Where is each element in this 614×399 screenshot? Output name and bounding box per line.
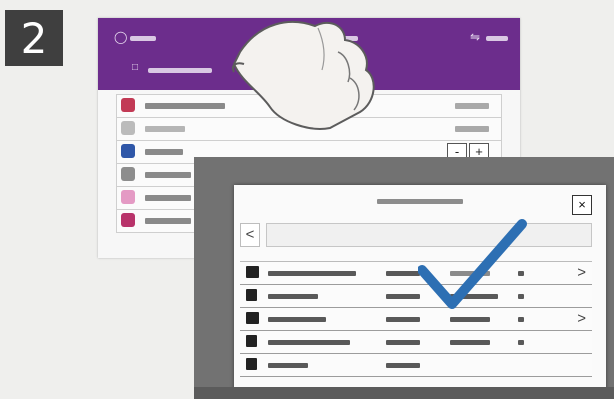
item-label	[145, 195, 191, 201]
file-size	[386, 363, 420, 368]
item-value	[455, 126, 489, 132]
file-name	[268, 340, 350, 345]
folder-icon	[246, 312, 259, 324]
app-icon	[121, 121, 135, 135]
item-label	[145, 126, 185, 132]
navigation-row: <	[240, 223, 592, 247]
item-value	[455, 103, 489, 109]
file-type	[518, 340, 524, 345]
file-type	[518, 317, 524, 322]
app-icon	[121, 144, 135, 158]
document-icon	[246, 358, 257, 370]
file-name	[268, 317, 326, 322]
file-name	[268, 363, 308, 368]
file-row[interactable]	[240, 354, 592, 377]
item-label	[145, 172, 191, 178]
file-name	[268, 271, 356, 276]
back-button[interactable]: <	[240, 223, 260, 247]
file-name	[268, 294, 318, 299]
file-size	[386, 317, 420, 322]
home-icon[interactable]: □	[132, 62, 138, 73]
toggle-icon[interactable]: ⇋	[470, 30, 480, 44]
file-list: > >	[240, 261, 592, 389]
chevron-right-icon[interactable]: >	[577, 310, 586, 328]
user-icon[interactable]: ◯	[114, 30, 127, 44]
app-icon	[121, 98, 135, 112]
header-home-label	[148, 68, 212, 73]
file-row[interactable]	[240, 285, 592, 308]
item-label	[145, 218, 191, 224]
document-icon	[246, 335, 257, 347]
header-user-label	[130, 36, 156, 41]
file-size	[386, 294, 420, 299]
file-date	[450, 340, 490, 345]
close-button[interactable]: ×	[572, 195, 592, 215]
checkmark-icon	[418, 219, 527, 309]
chevron-right-icon[interactable]: >	[577, 264, 586, 282]
app-icon	[121, 190, 135, 204]
file-date	[450, 317, 490, 322]
file-size	[386, 340, 420, 345]
item-label	[145, 103, 225, 109]
document-icon	[246, 289, 257, 301]
step-badge: 2	[5, 10, 63, 66]
item-label	[145, 149, 183, 155]
dialog-title	[234, 199, 606, 206]
device-bezel	[194, 387, 614, 399]
file-row[interactable]	[240, 331, 592, 354]
app-icon	[121, 167, 135, 181]
file-size	[386, 271, 420, 276]
folder-icon	[246, 266, 259, 278]
hand-icon	[232, 20, 375, 130]
device-screen: × < > >	[194, 157, 614, 399]
file-row[interactable]: >	[240, 262, 592, 285]
header-status-label	[486, 36, 508, 41]
file-row[interactable]: >	[240, 308, 592, 331]
app-icon	[121, 213, 135, 227]
